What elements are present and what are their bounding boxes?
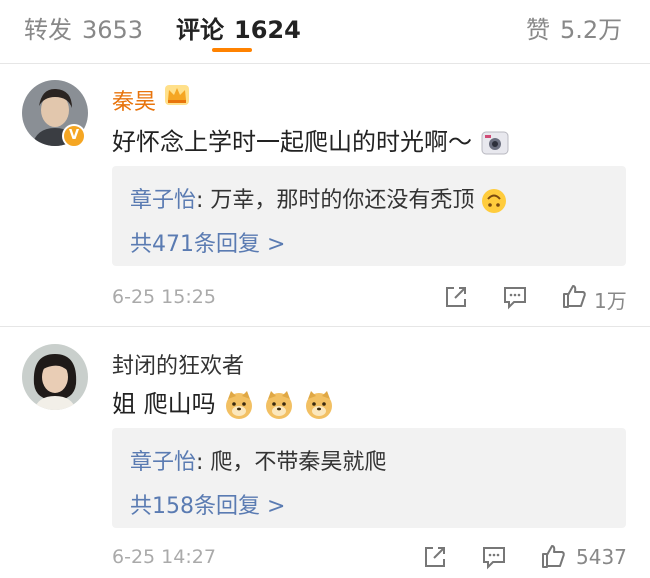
reply-author[interactable]: 章子怡 bbox=[130, 450, 196, 475]
view-replies-link[interactable]: 共158条回复 > bbox=[130, 488, 285, 520]
reply-box[interactable]: 章子怡: 爬，不带秦昊就爬 共158条回复 > bbox=[112, 428, 626, 528]
tab-likes-label: 赞 bbox=[526, 16, 550, 44]
reply-text: 万幸，那时的你还没有秃顶 bbox=[210, 188, 475, 213]
comment-text: 好怀念上学时一起爬山的时光啊～ bbox=[112, 122, 510, 158]
comment-text: 姐 爬山吗 bbox=[112, 384, 335, 421]
tab-reposts[interactable]: 转发 3653 bbox=[24, 10, 143, 45]
comment-icon[interactable] bbox=[502, 284, 528, 310]
comment-username[interactable]: 秦昊 bbox=[112, 84, 156, 116]
active-tab-indicator bbox=[212, 48, 252, 52]
like-icon[interactable] bbox=[561, 283, 587, 309]
tab-likes-count: 5.2万 bbox=[560, 16, 623, 44]
view-replies-link[interactable]: 共471条回复 > bbox=[130, 226, 285, 258]
like-count: 5437 bbox=[576, 545, 627, 569]
comment-timestamp: 6-25 15:25 bbox=[112, 286, 216, 308]
like-count: 1万 bbox=[594, 289, 627, 313]
comment-text-body: 姐 爬山吗 bbox=[112, 390, 216, 418]
comment-timestamp: 6-25 14:27 bbox=[112, 546, 216, 568]
tab-likes[interactable]: 赞 5.2万 bbox=[526, 10, 622, 45]
avatar[interactable] bbox=[22, 344, 88, 410]
verified-badge-icon: V bbox=[62, 124, 86, 148]
doge-emoji-icon bbox=[265, 391, 292, 419]
reply-author[interactable]: 章子怡 bbox=[130, 188, 196, 213]
doge-emoji-icon bbox=[305, 391, 332, 419]
reply-box[interactable]: 章子怡: 万幸，那时的你还没有秃顶 共471条回复 > bbox=[112, 166, 626, 266]
comment-username[interactable]: 封闭的狂欢者 bbox=[112, 348, 244, 380]
reply-colon: : bbox=[196, 450, 211, 475]
reply-colon: : bbox=[196, 188, 211, 213]
reply-line: 章子怡: 万幸，那时的你还没有秃顶 bbox=[130, 182, 507, 214]
tab-reposts-count: 3653 bbox=[82, 16, 144, 44]
tab-comments-label: 评论 bbox=[176, 16, 224, 44]
share-icon[interactable] bbox=[443, 284, 469, 310]
reply-text: 爬，不带秦昊就爬 bbox=[210, 450, 387, 475]
crown-icon bbox=[165, 85, 189, 105]
tab-reposts-label: 转发 bbox=[24, 16, 72, 44]
comment-icon[interactable] bbox=[481, 544, 507, 570]
reply-line: 章子怡: 爬，不带秦昊就爬 bbox=[130, 444, 386, 476]
like-icon[interactable] bbox=[540, 543, 566, 569]
camera-emoji-icon bbox=[481, 131, 509, 155]
comment-text-body: 好怀念上学时一起爬山的时光啊～ bbox=[112, 128, 472, 156]
tabs-divider bbox=[0, 63, 650, 64]
tab-comments[interactable]: 评论 1624 bbox=[176, 10, 301, 45]
comment-tabs: 转发 3653 评论 1624 赞 5.2万 bbox=[0, 0, 650, 58]
upside-down-face-emoji-icon bbox=[482, 189, 507, 213]
comment-divider bbox=[0, 326, 650, 327]
doge-emoji-icon bbox=[226, 391, 253, 419]
share-icon[interactable] bbox=[422, 544, 448, 570]
tab-comments-count: 1624 bbox=[234, 16, 301, 44]
